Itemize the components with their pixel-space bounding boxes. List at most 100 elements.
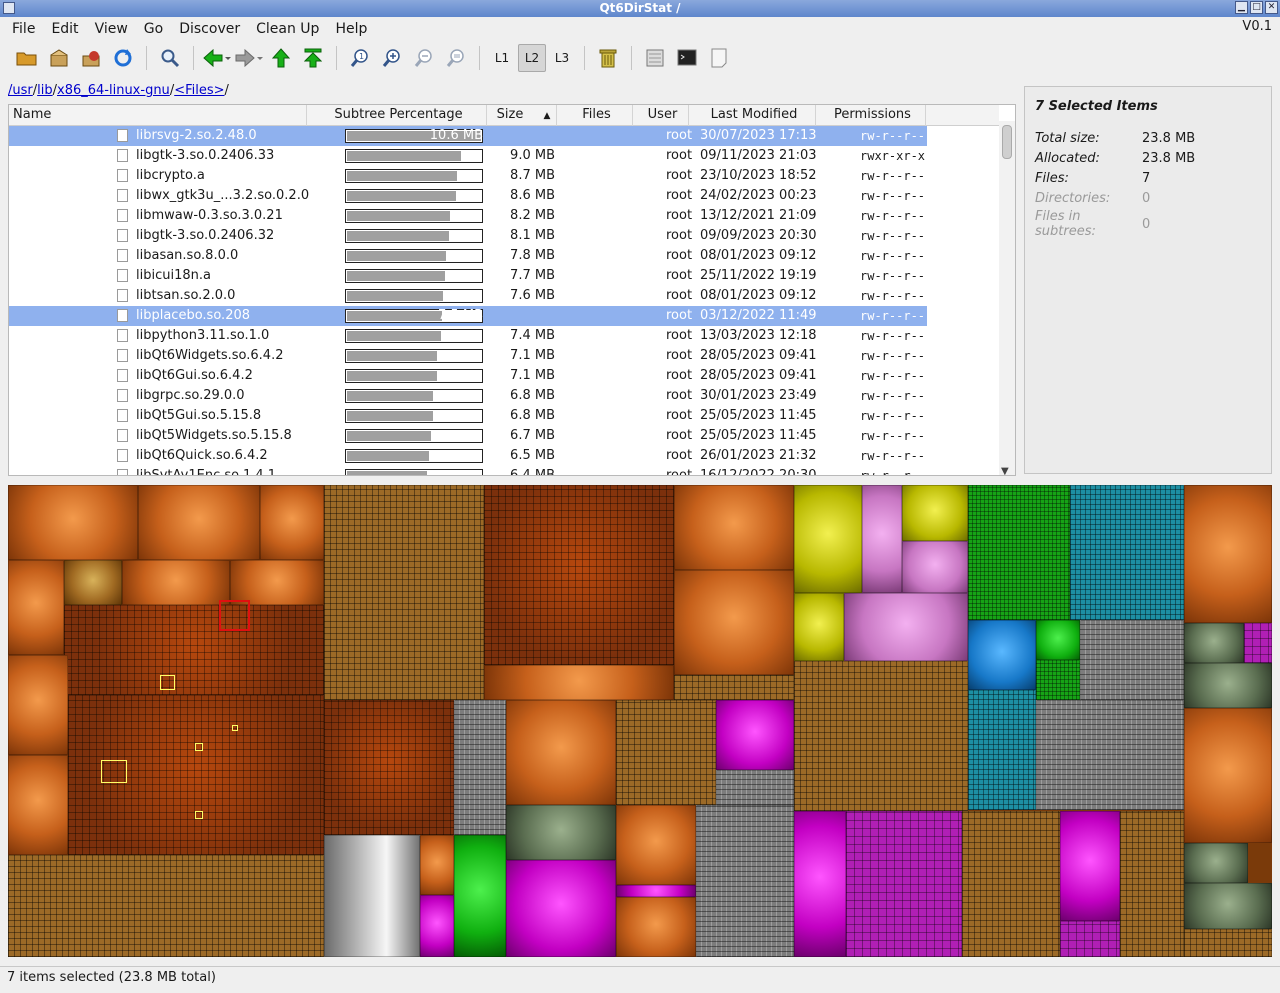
column-permissions[interactable]: Permissions	[816, 105, 926, 126]
treemap-tile[interactable]	[324, 485, 484, 700]
breadcrumb-usr[interactable]: /usr	[8, 83, 33, 98]
tree-row[interactable]: libQt5Widgets.so.5.15.8 6.7 MB root 25/05/2…	[9, 426, 999, 446]
treemap-tile[interactable]	[902, 541, 968, 593]
treemap-tile[interactable]	[1184, 663, 1272, 708]
treemap-tile[interactable]	[324, 835, 420, 957]
treemap-tile[interactable]	[1184, 485, 1272, 623]
treemap-tile[interactable]	[794, 593, 844, 661]
terminal-icon[interactable]	[672, 44, 702, 72]
column-last-modified[interactable]: Last Modified	[689, 105, 816, 126]
treemap-tile[interactable]	[506, 860, 616, 957]
tree-scrollbar[interactable]: ▼	[999, 121, 1015, 475]
tree-row[interactable]: libgtk-3.so.0.2406.33 9.0 MB root 09/11/202…	[9, 146, 999, 166]
treemap-tile[interactable]	[1184, 929, 1272, 957]
treemap-tile[interactable]	[674, 570, 794, 675]
column-subtree-percentage[interactable]: Subtree Percentage	[307, 105, 487, 126]
treemap-tile[interactable]	[454, 835, 506, 957]
treemap-tile[interactable]	[968, 690, 1036, 810]
treemap-tile[interactable]	[454, 700, 506, 835]
treemap-tile[interactable]	[8, 485, 138, 560]
treemap-tile[interactable]	[64, 560, 122, 605]
level-3-button[interactable]: L3	[548, 44, 576, 72]
treemap-tile[interactable]	[1070, 485, 1184, 620]
treemap-tile[interactable]	[1244, 623, 1272, 663]
tree-row[interactable]: libQt6Widgets.so.6.4.2 7.1 MB root 28/05/20…	[9, 346, 999, 366]
tree-row[interactable]: libQt6Quick.so.6.4.2 6.5 MB root 26/01/2023…	[9, 446, 999, 466]
column-size[interactable]: Size ▲	[487, 105, 557, 126]
treemap-tile[interactable]	[616, 700, 716, 805]
treemap-tile[interactable]	[8, 855, 324, 957]
tree-row[interactable]: libcrypto.a 8.7 MB root 23/10/2023 18:52 rw-…	[9, 166, 999, 186]
treemap-tile[interactable]	[484, 485, 674, 665]
treemap-tile[interactable]	[1036, 620, 1080, 660]
treemap-tile[interactable]	[8, 560, 64, 655]
tree-row[interactable]: libwx_gtk3u_...3.2.so.0.2.0 8.6 MB root 24/…	[9, 186, 999, 206]
treemap-tile[interactable]	[324, 700, 454, 835]
menu-help[interactable]: Help	[327, 21, 375, 37]
treemap-tile[interactable]	[794, 811, 846, 957]
zoom-out-icon[interactable]	[409, 44, 439, 72]
treemap-tile[interactable]	[696, 805, 794, 957]
treemap-tile[interactable]	[844, 593, 968, 661]
treemap-tile[interactable]	[1184, 843, 1248, 883]
treemap-tile[interactable]	[794, 661, 968, 811]
treemap-tile[interactable]	[8, 655, 68, 755]
tree-row[interactable]: libasan.so.8.0.0 7.8 MB root 08/01/2023 09:…	[9, 246, 999, 266]
treemap-tile[interactable]	[506, 805, 616, 860]
tree-row[interactable]: librsvg-2.so.2.48.0 10.6 MB root 30/07/2023…	[9, 126, 927, 146]
tree-row[interactable]: libmwaw-0.3.so.3.0.21 8.2 MB root 13/12/202…	[9, 206, 999, 226]
treemap-tile[interactable]	[674, 675, 794, 700]
go-to-top-icon[interactable]	[298, 44, 328, 72]
treemap-tile[interactable]	[1120, 811, 1184, 957]
directory-tree[interactable]: Name Subtree Percentage Size ▲ Files Use…	[8, 104, 1016, 476]
treemap-tile[interactable]	[616, 885, 696, 897]
treemap-tile[interactable]	[794, 485, 862, 593]
find-icon[interactable]	[155, 44, 185, 72]
menu-go[interactable]: Go	[136, 21, 171, 37]
maximize-button[interactable]: □	[1250, 1, 1263, 14]
column-user[interactable]: User	[633, 105, 689, 126]
tree-row[interactable]: libicui18n.a 7.7 MB root 25/11/2022 19:19 rw…	[9, 266, 999, 286]
scroll-down-arrow-icon[interactable]: ▼	[1001, 466, 1009, 475]
trash-icon[interactable]	[593, 44, 623, 72]
breadcrumb-lib[interactable]: lib	[37, 83, 52, 98]
file-manager-icon[interactable]	[640, 44, 670, 72]
treemap-tile[interactable]	[616, 805, 696, 885]
treemap-tile[interactable]	[506, 700, 616, 805]
treemap-tile[interactable]	[260, 485, 324, 560]
treemap-tile[interactable]	[64, 605, 324, 695]
open-directory-icon[interactable]	[12, 44, 42, 72]
treemap-tile[interactable]	[420, 895, 454, 957]
treemap-tile[interactable]	[846, 811, 962, 957]
tree-row[interactable]: libQt5Gui.so.5.15.8 6.8 MB root 25/05/2023 …	[9, 406, 999, 426]
back-icon[interactable]	[202, 44, 232, 72]
treemap-tile[interactable]	[1060, 811, 1120, 921]
go-up-icon[interactable]	[266, 44, 296, 72]
treemap-tile[interactable]	[902, 485, 968, 541]
treemap-tile[interactable]	[968, 620, 1036, 690]
treemap-tile[interactable]	[484, 665, 674, 700]
treemap-tile[interactable]	[1036, 660, 1080, 700]
breadcrumb-files[interactable]: <Files>	[174, 83, 224, 98]
open-package-icon[interactable]	[44, 44, 74, 72]
zoom-out-full-icon[interactable]	[441, 44, 471, 72]
menu-discover[interactable]: Discover	[171, 21, 248, 37]
treemap-tile[interactable]	[616, 897, 696, 957]
zoom-in-icon[interactable]	[377, 44, 407, 72]
treemap-tile[interactable]	[674, 485, 794, 570]
tree-row[interactable]: libplacebo.so.208 7.5 MB root 03/12/2022 11…	[9, 306, 927, 326]
treemap-tile[interactable]	[1060, 921, 1120, 957]
scrollbar-thumb[interactable]	[1002, 125, 1012, 159]
tree-row[interactable]: libQt6Gui.so.6.4.2 7.1 MB root 28/05/2023 0…	[9, 366, 999, 386]
treemap-tile[interactable]	[1184, 623, 1244, 663]
minimize-button[interactable]: ▁	[1235, 1, 1248, 14]
menu-clean-up[interactable]: Clean Up	[248, 21, 327, 37]
zoom-reset-icon[interactable]: 1	[345, 44, 375, 72]
treemap-tile[interactable]	[1184, 883, 1272, 929]
level-2-button[interactable]: L2	[518, 44, 546, 72]
treemap-tile[interactable]	[1036, 700, 1184, 810]
column-name[interactable]: Name	[9, 105, 307, 126]
treemap-tile[interactable]	[8, 755, 68, 855]
forward-icon[interactable]	[234, 44, 264, 72]
tree-row[interactable]: libgtk-3.so.0.2406.32 8.1 MB root 09/09/202…	[9, 226, 999, 246]
